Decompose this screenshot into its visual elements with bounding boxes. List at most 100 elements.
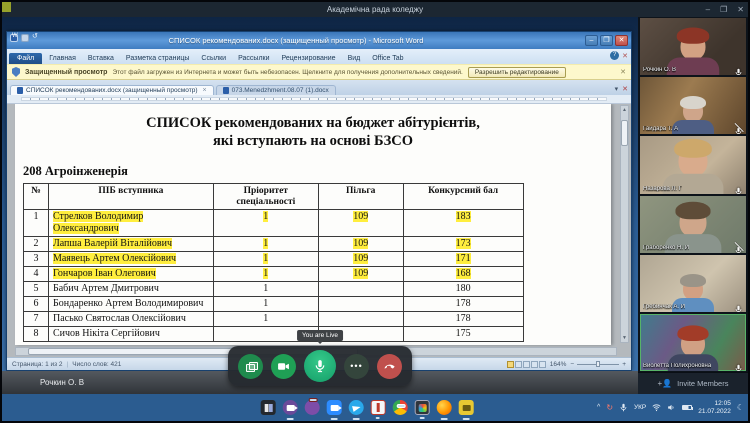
participant-tile[interactable]: Рочкин О. В <box>640 18 746 75</box>
time-label: 12:05 <box>715 400 731 407</box>
participant-name: Виолетта Полихроновна <box>643 363 711 369</box>
zoom-in-icon[interactable]: + <box>622 361 626 368</box>
table-row: 8 Сичов Нікіта Сергійович 175 <box>24 327 524 342</box>
restore-button[interactable]: ❐ <box>720 5 727 14</box>
document-title: СПИСОК рекомендованих на бюджет абітуріє… <box>15 114 611 150</box>
zoom-level[interactable]: 164% <box>550 361 567 368</box>
protected-view-bar: Защищенный просмотр Этот файл загружен и… <box>7 64 631 80</box>
ribbon-tab[interactable]: Вид <box>343 53 366 64</box>
sync-icon[interactable]: ↻ <box>606 403 613 412</box>
table-row: 1 Стрелков Володимир Олександрович 1 109… <box>24 210 524 237</box>
document-tab[interactable]: СПИСОК рекомендованих.docx (защищенный п… <box>10 85 214 95</box>
table-row: 2 Лапша Валерій Віталійович 1 109 173 <box>24 237 524 252</box>
task-view-icon[interactable] <box>261 400 276 415</box>
zoom-app-icon[interactable] <box>327 400 342 415</box>
live-tooltip: You are Live <box>297 330 343 341</box>
table-row: 6 Бондаренко Артем Володимирович 1 178 <box>24 297 524 312</box>
enable-editing-button[interactable]: Разрешить редактирование <box>468 67 566 78</box>
close-button[interactable]: ✕ <box>737 5 744 14</box>
section-heading: 208 Агроінженерія <box>23 164 611 179</box>
share-screen-icon <box>246 362 256 370</box>
protected-bar-close-icon[interactable]: ✕ <box>620 68 626 76</box>
page-indicator[interactable]: Страница: 1 из 2 <box>12 361 63 368</box>
document-tab[interactable]: 073.Menedzhment.08.07 (1).docx <box>216 85 336 95</box>
scroll-down-icon[interactable]: ▼ <box>621 334 628 342</box>
undo-icon[interactable] <box>32 34 40 42</box>
word-window: СПИСОК рекомендованих.docx (защищенный п… <box>6 31 632 371</box>
save-icon[interactable] <box>21 34 29 42</box>
shield-icon <box>12 67 20 77</box>
ribbon-tab[interactable]: Рассылки <box>233 53 274 64</box>
camera-button[interactable] <box>271 354 296 379</box>
zoom-out-icon[interactable]: − <box>570 361 574 368</box>
more-options-button[interactable]: ••• <box>344 354 369 379</box>
more-icon: ••• <box>350 363 362 369</box>
video-app-icon[interactable] <box>283 400 298 415</box>
ribbon-tab[interactable]: Office Tab <box>367 53 408 64</box>
participant-name: Рочкин О. В <box>643 67 676 73</box>
language-indicator[interactable]: УКР <box>634 404 646 411</box>
word-doc-icon <box>17 87 23 94</box>
participants-panel: Рочкин О. В Гайдара Т. А Назарова Л. Г <box>638 17 748 394</box>
photos-app-icon[interactable] <box>415 400 430 415</box>
ribbon-tab[interactable]: Файл <box>9 53 42 64</box>
do-not-disturb-icon[interactable]: ☾ <box>737 403 744 412</box>
clock[interactable]: 12:05 21.07.2022 <box>698 400 731 415</box>
word-minimize-button[interactable]: – <box>585 35 598 46</box>
microphone-button[interactable] <box>304 350 336 382</box>
participant-tile[interactable]: Граборенко Н. И <box>640 196 746 253</box>
end-call-button[interactable] <box>377 354 402 379</box>
windows-taskbar: ^ ↻ УКР 12:05 21.07.2022 ☾ <box>2 394 748 421</box>
ribbon-tab[interactable]: Разметка страницы <box>121 53 195 64</box>
media-app-icon[interactable] <box>459 400 474 415</box>
tab-close-icon[interactable]: ✕ <box>622 85 628 93</box>
ribbon-tab[interactable]: Рецензирование <box>277 53 341 64</box>
help-icon[interactable]: ? <box>610 51 619 60</box>
volume-icon[interactable] <box>667 403 676 412</box>
ribbon-tab[interactable]: Ссылки <box>196 53 231 64</box>
viber-icon[interactable] <box>305 400 320 415</box>
wifi-icon[interactable] <box>652 403 661 412</box>
zoom-slider[interactable] <box>577 364 619 365</box>
word-restore-button[interactable]: ❐ <box>600 35 613 46</box>
tab-list-dropdown-icon[interactable]: ▾ <box>615 85 619 93</box>
end-call-icon <box>383 359 397 373</box>
col-name: ПІБ вступника <box>48 184 213 210</box>
scroll-up-icon[interactable]: ▲ <box>621 106 628 114</box>
tray-overflow-icon[interactable]: ^ <box>597 404 600 411</box>
participant-mic-icon <box>734 123 743 132</box>
invite-members-button[interactable]: +👤 Invite Members <box>638 372 748 394</box>
participant-tile[interactable]: Виолетта Полихроновна <box>640 314 746 371</box>
view-mode-buttons[interactable] <box>507 361 546 368</box>
ribbon-tab[interactable]: Главная <box>44 53 81 64</box>
share-screen-button[interactable] <box>238 354 263 379</box>
participant-mic-icon <box>734 242 743 251</box>
ribbon-tab[interactable]: Вставка <box>83 53 119 64</box>
start-button[interactable] <box>239 400 254 415</box>
document-page[interactable]: СПИСОК рекомендованих на бюджет абітуріє… <box>15 104 611 345</box>
ribbon-tab-bar: ? ✕ ФайлГлавнаяВставкаРазметка страницыС… <box>7 49 631 64</box>
horizontal-ruler[interactable] <box>7 95 631 104</box>
participant-tile[interactable]: Назарова Л. Г <box>640 136 746 193</box>
participant-name: Гайдара Т. А <box>643 126 678 132</box>
battery-icon[interactable] <box>682 405 692 410</box>
word-close-button[interactable]: ✕ <box>615 35 628 46</box>
presenter-name: Рочкин О. В <box>40 378 84 387</box>
vertical-scroll-thumb[interactable] <box>621 120 628 146</box>
word-count[interactable]: Число слов: 421 <box>72 361 121 368</box>
chrome-icon[interactable] <box>393 400 408 415</box>
participant-tile[interactable]: Гребинчак А. И <box>640 255 746 312</box>
1c-app-icon[interactable] <box>371 400 386 415</box>
ribbon-close-icon[interactable]: ✕ <box>622 52 628 60</box>
shared-screen: СПИСОК рекомендованих.docx (защищенный п… <box>2 17 638 394</box>
participant-name: Назарова Л. Г <box>643 186 682 192</box>
telegram-icon[interactable] <box>349 400 364 415</box>
tray-mic-icon[interactable] <box>619 403 628 412</box>
participant-mic-icon <box>734 301 743 310</box>
col-priority: Пріоритет спеціальності <box>213 184 318 210</box>
minimize-button[interactable]: – <box>706 5 710 14</box>
firefox-icon[interactable] <box>437 400 452 415</box>
quick-access-toolbar[interactable] <box>10 34 40 42</box>
participant-tile[interactable]: Гайдара Т. А <box>640 77 746 134</box>
vertical-scrollbar[interactable]: ▲ ▼ <box>620 105 629 343</box>
